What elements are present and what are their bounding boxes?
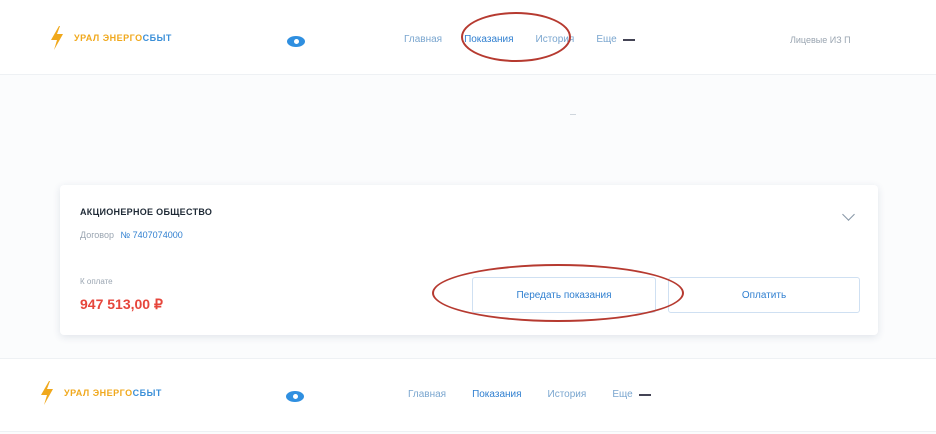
eye-pupil	[292, 394, 298, 399]
logo-text-part-a: УРАЛ ЭНЕРГО	[74, 33, 143, 43]
logo-bottom[interactable]: УРАЛ ЭНЕРГОСБЫТ	[40, 381, 162, 405]
nav-item-readings[interactable]: Показания	[464, 34, 513, 45]
logo-text-part-b: СБЫТ	[142, 33, 172, 43]
nav-item-main[interactable]: Главная	[404, 34, 442, 45]
account-card: АКЦИОНЕРНОЕ ОБЩЕСТВО Договор № 740707400…	[60, 185, 878, 335]
contract-label: Договор	[80, 230, 114, 240]
nav-item-more[interactable]: Еще	[612, 389, 651, 400]
amount-due: 947 513,00 ₽	[80, 296, 163, 312]
top-nav: Главная Показания История Еще	[404, 34, 635, 45]
eye-icon[interactable]	[287, 36, 305, 47]
lightning-bolt-icon	[41, 381, 53, 405]
top-header: УРАЛ ЭНЕРГОСБЫТ Главная Показания Истори…	[0, 0, 936, 75]
nav-item-history[interactable]: История	[536, 34, 575, 45]
logo-text-part-b: СБЫТ	[132, 388, 162, 398]
lightning-bolt-icon	[51, 26, 63, 50]
contract-number[interactable]: № 7407074000	[121, 230, 183, 240]
bottom-nav: Главная Показания История Еще	[408, 389, 651, 400]
nav-item-readings[interactable]: Показания	[472, 389, 521, 400]
nav-item-main[interactable]: Главная	[408, 389, 446, 400]
divider-dot	[570, 114, 576, 115]
logo-text: УРАЛ ЭНЕРГОСБЫТ	[64, 388, 162, 398]
logo-text-part-a: УРАЛ ЭНЕРГО	[64, 388, 133, 398]
pay-button[interactable]: Оплатить	[668, 277, 860, 313]
dash-icon	[638, 393, 651, 396]
contract-info: Договор № 7407074000	[80, 230, 183, 240]
logo[interactable]: УРАЛ ЭНЕРГОСБЫТ	[50, 26, 172, 50]
dash-icon	[622, 38, 635, 41]
organization-name: АКЦИОНЕРНОЕ ОБЩЕСТВО	[80, 207, 213, 217]
eye-icon[interactable]	[286, 391, 304, 402]
chevron-down-icon[interactable]	[842, 208, 855, 221]
pay-label: К оплате	[80, 277, 113, 286]
nav-item-more-label: Еще	[596, 34, 617, 45]
submit-readings-button[interactable]: Передать показания	[472, 277, 656, 313]
nav-item-history[interactable]: История	[548, 389, 587, 400]
nav-item-more-label: Еще	[612, 389, 633, 400]
eye-pupil	[293, 39, 299, 44]
bottom-header: УРАЛ ЭНЕРГОСБЫТ Главная Показания Истори…	[0, 358, 936, 432]
logo-text: УРАЛ ЭНЕРГОСБЫТ	[74, 33, 172, 43]
account-link[interactable]: Лицевые ИЗ П	[790, 35, 851, 45]
nav-item-more[interactable]: Еще	[596, 34, 635, 45]
